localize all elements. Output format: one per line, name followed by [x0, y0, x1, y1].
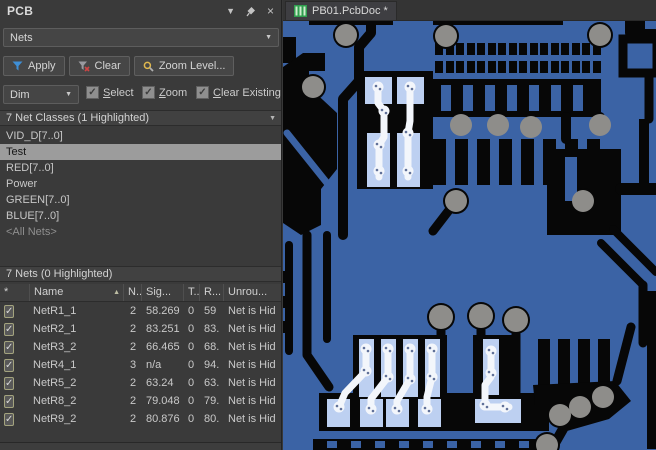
zoom-checkbox[interactable]: ✓ Zoom [142, 86, 187, 99]
panel-mode-dropdown[interactable]: Nets ▼ [3, 28, 279, 47]
net-visible-checkbox[interactable]: ✓ [4, 394, 15, 408]
net-visible-checkbox[interactable]: ✓ [4, 358, 15, 372]
tab-pb01-pcbdoc[interactable]: PB01.PcbDoc * [285, 1, 397, 20]
filter-icon [12, 61, 23, 72]
net-visible-checkbox[interactable]: ✓ [4, 304, 15, 318]
chevron-down-icon: ▼ [269, 114, 276, 122]
net-visible-checkbox[interactable]: ✓ [4, 376, 15, 390]
chevron-down-icon: ▼ [65, 91, 72, 98]
table-row[interactable]: ✓ NetR8_2 2 79.048 0 79. Net is Hid [0, 392, 281, 410]
net-name: NetR9_2 [33, 413, 77, 425]
net-name: NetR1_1 [33, 305, 77, 317]
checkbox-check-icon: ✓ [196, 86, 209, 99]
pcb-document-icon [294, 5, 307, 17]
table-row[interactable]: ✓ NetR9_2 2 80.876 0 80. Net is Hid [0, 410, 281, 428]
column-t[interactable]: T... [184, 284, 200, 301]
panel-mode-value: Nets [10, 31, 33, 44]
net-class-item-all-nets[interactable]: <All Nets> [0, 224, 281, 240]
net-class-item[interactable]: Power [0, 176, 281, 192]
net-name: NetR2_1 [33, 323, 77, 335]
options-row: Dim ▼ ✓ Select ✓ Zoom ✓ Clear Existing [0, 85, 281, 104]
clear-existing-checkbox[interactable]: ✓ Clear Existing [196, 86, 281, 99]
checkbox-check-icon: ✓ [142, 86, 155, 99]
net-class-item-selected[interactable]: Test [0, 144, 281, 160]
sort-ascending-icon: ▲ [113, 289, 120, 296]
column-check[interactable]: * [0, 284, 30, 301]
table-row[interactable]: ✓ NetR4_1 3 n/a 0 94. Net is Hid [0, 356, 281, 374]
clear-button[interactable]: Clear [68, 56, 130, 76]
column-signal[interactable]: Sig... [142, 284, 184, 301]
panel-resize-gutter[interactable] [0, 442, 281, 450]
panel-menu-icon[interactable]: ▼ [226, 6, 235, 16]
pin-icon[interactable] [246, 6, 256, 17]
checkbox-check-icon: ✓ [86, 86, 99, 99]
column-r[interactable]: R... [200, 284, 224, 301]
zoom-level-button[interactable]: Zoom Level... [133, 56, 235, 76]
net-visible-checkbox[interactable]: ✓ [4, 340, 15, 354]
net-visible-checkbox[interactable]: ✓ [4, 322, 15, 336]
net-name: NetR4_1 [33, 359, 77, 371]
column-name[interactable]: Name ▲ [30, 284, 124, 301]
close-icon[interactable]: × [267, 5, 274, 17]
column-unrouted[interactable]: Unrou... [224, 284, 281, 301]
dim-dropdown[interactable]: Dim ▼ [3, 85, 79, 104]
net-name: NetR5_2 [33, 377, 77, 389]
net-class-item[interactable]: BLUE[7..0] [0, 208, 281, 224]
net-visible-checkbox[interactable]: ✓ [4, 412, 15, 426]
panel-title: PCB [7, 4, 34, 18]
net-class-item[interactable]: VID_D[7..0] [0, 128, 281, 144]
panel-header: PCB ▼ × [0, 0, 281, 22]
apply-button[interactable]: Apply [3, 56, 65, 76]
table-row[interactable]: ✓ NetR5_2 2 63.24 0 63. Net is Hid [0, 374, 281, 392]
chevron-down-icon: ▼ [265, 34, 272, 41]
pcb-editor-canvas[interactable] [283, 21, 656, 450]
select-checkbox[interactable]: ✓ Select [86, 86, 134, 99]
net-classes-header[interactable]: 7 Net Classes (1 Highlighted) ▼ [0, 110, 281, 126]
nets-table: ✓ NetR1_1 2 58.269 0 59 Net is Hid ✓ Net… [0, 302, 281, 428]
net-class-list: VID_D[7..0] Test RED[7..0] Power GREEN[7… [0, 128, 281, 240]
document-tab-bar: PB01.PcbDoc * [283, 0, 656, 21]
net-class-item[interactable]: GREEN[7..0] [0, 192, 281, 208]
column-nodes[interactable]: N.. [124, 284, 142, 301]
table-row[interactable]: ✓ NetR3_2 2 66.465 0 68. Net is Hid [0, 338, 281, 356]
net-name: NetR8_2 [33, 395, 77, 407]
pcb-panel: PCB ▼ × Nets ▼ Apply Clear Zoom Level...… [0, 0, 282, 450]
nets-table-header: * Name ▲ N.. Sig... T... R... Unrou... [0, 284, 281, 302]
dim-value: Dim [10, 88, 30, 101]
filter-clear-icon [78, 61, 90, 72]
net-class-item[interactable]: RED[7..0] [0, 160, 281, 176]
table-row[interactable]: ✓ NetR2_1 2 83.251 0 83. Net is Hid [0, 320, 281, 338]
magnifier-icon [143, 61, 154, 72]
table-row[interactable]: ✓ NetR1_1 2 58.269 0 59 Net is Hid [0, 302, 281, 320]
net-name: NetR3_2 [33, 341, 77, 353]
nets-header[interactable]: 7 Nets (0 Highlighted) [0, 266, 281, 282]
